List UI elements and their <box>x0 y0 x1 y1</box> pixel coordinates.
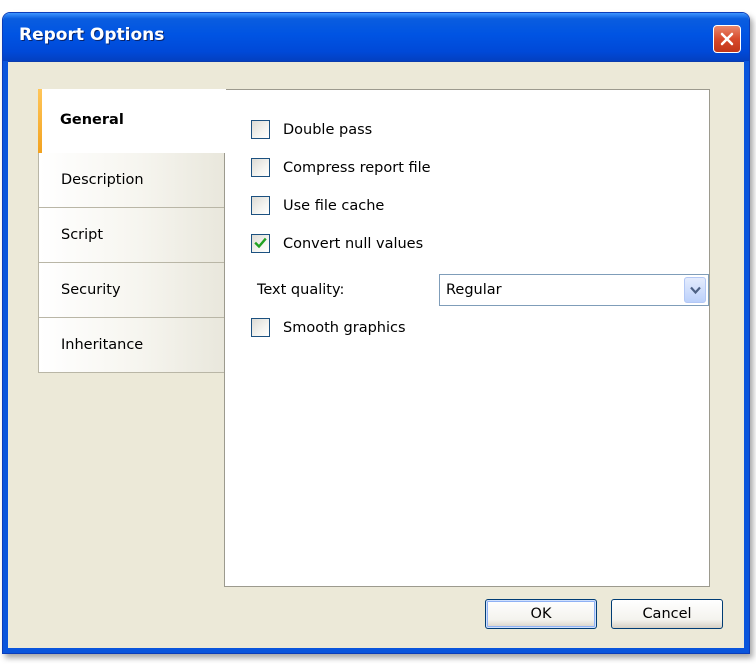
tab-security[interactable]: Security <box>38 262 224 318</box>
tab-label: Security <box>61 282 121 298</box>
tab-general[interactable]: General <box>38 89 226 153</box>
cancel-button[interactable]: Cancel <box>611 599 723 629</box>
text-quality-select[interactable]: Regular <box>439 274 709 306</box>
smooth-graphics-label: Smooth graphics <box>283 320 406 336</box>
active-tab-accent <box>38 89 42 153</box>
tab-script[interactable]: Script <box>38 207 224 263</box>
double-pass-checkbox[interactable] <box>251 120 270 139</box>
convert-null-checkbox[interactable] <box>251 234 270 253</box>
window-frame-right <box>744 61 749 653</box>
window-frame-left <box>3 61 8 653</box>
tab-list: General Description Script Security Inhe… <box>38 89 226 373</box>
compress-report-checkbox[interactable] <box>251 158 270 177</box>
close-icon <box>720 32 734 46</box>
close-button[interactable] <box>713 25 741 53</box>
tab-label: General <box>60 112 124 128</box>
file-cache-checkbox[interactable] <box>251 196 270 215</box>
text-quality-label: Text quality: <box>257 282 345 298</box>
tab-inheritance[interactable]: Inheritance <box>38 317 224 373</box>
window-frame-bottom <box>3 648 749 653</box>
tab-description[interactable]: Description <box>38 152 224 208</box>
ok-button[interactable]: OK <box>485 599 597 629</box>
window-title: Report Options <box>19 25 165 45</box>
report-options-dialog: Report Options General Description Scrip… <box>2 12 750 654</box>
tab-label: Script <box>61 227 104 243</box>
double-pass-label: Double pass <box>283 122 373 138</box>
tab-label: Description <box>61 172 144 188</box>
general-panel: Double pass Compress report file Use fil… <box>224 89 710 587</box>
title-bar[interactable]: Report Options <box>3 13 749 62</box>
compress-report-label: Compress report file <box>283 160 431 176</box>
convert-null-label: Convert null values <box>283 236 424 252</box>
text-quality-value: Regular <box>446 282 502 298</box>
smooth-graphics-checkbox[interactable] <box>251 318 270 337</box>
chevron-down-icon <box>690 286 701 295</box>
checkmark-icon <box>254 237 267 249</box>
file-cache-label: Use file cache <box>283 198 385 214</box>
tab-label: Inheritance <box>61 337 144 353</box>
dropdown-button[interactable] <box>684 277 706 303</box>
